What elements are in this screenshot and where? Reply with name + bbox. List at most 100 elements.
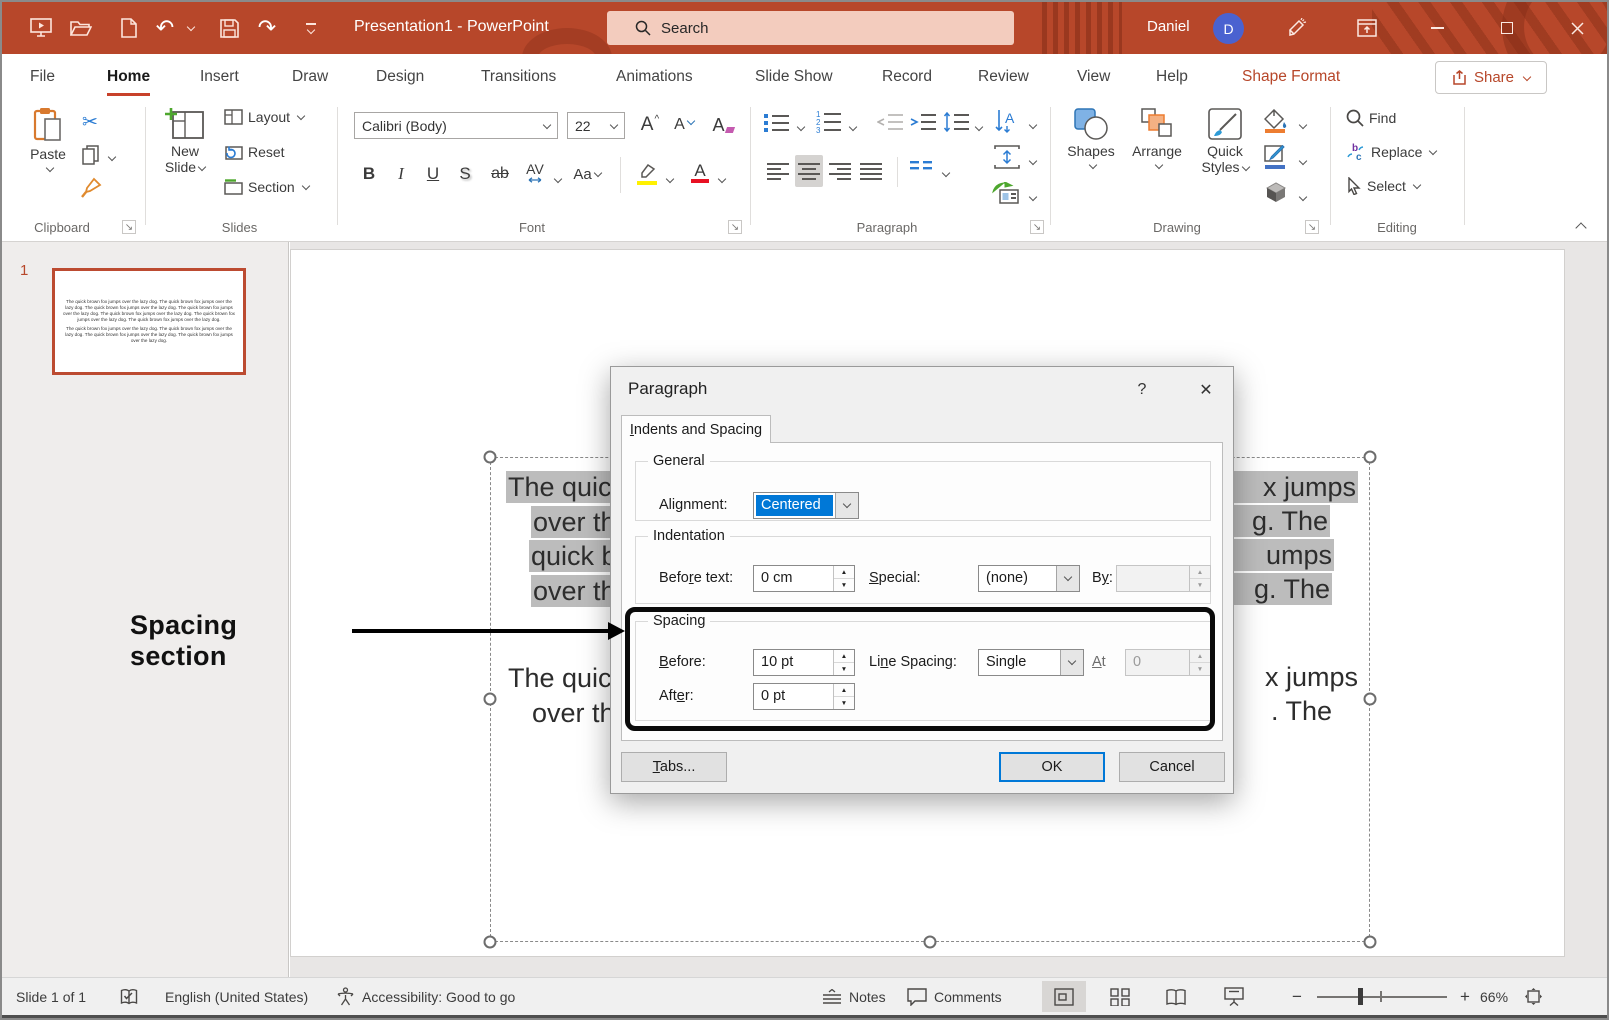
font-size-combo[interactable]: 22 <box>567 112 625 139</box>
text-direction-dropdown-icon[interactable] <box>1027 117 1036 133</box>
quick-styles-button[interactable]: Quick Styles <box>1194 107 1256 175</box>
shape-fill-button[interactable] <box>1264 109 1288 133</box>
line-spacing-select[interactable]: Single <box>978 649 1084 676</box>
line-spacing-dropdown-icon[interactable] <box>973 119 982 135</box>
bullets-dropdown-icon[interactable] <box>795 119 804 135</box>
text-highlight-dropdown-icon[interactable] <box>664 171 673 187</box>
tab-review[interactable]: Review <box>976 54 1031 99</box>
zoom-out-button[interactable]: − <box>1292 978 1302 1015</box>
line-spacing-dropdown-icon[interactable] <box>1060 650 1083 675</box>
character-spacing-dropdown-icon[interactable] <box>552 171 561 187</box>
resize-handle-middle-right[interactable] <box>1364 693 1377 706</box>
tab-record[interactable]: Record <box>880 54 934 99</box>
maximize-button[interactable] <box>1484 2 1530 54</box>
alignment-select[interactable]: Centered <box>753 492 859 519</box>
special-dropdown-icon[interactable] <box>1056 566 1079 591</box>
copy-icon[interactable] <box>82 145 100 165</box>
undo-dropdown-icon[interactable] <box>182 12 196 44</box>
alignment-dropdown-icon[interactable] <box>835 493 858 518</box>
spacing-after-down-icon[interactable]: ▼ <box>834 697 854 709</box>
dialog-close-button[interactable]: ✕ <box>1191 377 1221 403</box>
align-text-button[interactable] <box>994 145 1020 169</box>
resize-handle-top-left[interactable] <box>484 451 497 464</box>
resize-handle-bottom-left[interactable] <box>484 936 497 949</box>
find-button[interactable]: Find <box>1346 109 1396 127</box>
smartart-dropdown-icon[interactable] <box>1027 189 1036 205</box>
zoom-slider-track[interactable] <box>1317 996 1447 998</box>
section-button[interactable]: Section <box>224 179 309 195</box>
share-button[interactable]: Share <box>1435 61 1547 94</box>
tab-help[interactable]: Help <box>1154 54 1190 99</box>
align-center-button[interactable] <box>795 155 823 187</box>
slide-sorter-view-button[interactable] <box>1098 981 1142 1012</box>
line-spacing-button[interactable] <box>943 112 969 132</box>
dialog-help-button[interactable]: ? <box>1127 377 1157 403</box>
spell-check-icon[interactable] <box>120 978 138 1015</box>
tabs-button[interactable]: Tabs... <box>621 752 727 782</box>
slide-text-left[interactable]: The quick over th quick b over th The qu… <box>492 470 610 760</box>
slide-thumbnail[interactable]: The quick brown fox jumps over the lazy … <box>52 268 246 375</box>
bold-button[interactable]: B <box>357 159 381 189</box>
text-direction-button[interactable]: A <box>994 109 1020 133</box>
copy-dropdown-icon[interactable] <box>106 149 115 165</box>
convert-to-smartart-button[interactable] <box>992 182 1020 204</box>
tab-view[interactable]: View <box>1075 54 1112 99</box>
spacing-after-spinner[interactable]: 0 pt ▲ ▼ <box>753 683 855 710</box>
font-name-combo[interactable]: Calibri (Body) <box>354 112 558 139</box>
resize-handle-bottom-center[interactable] <box>924 936 937 949</box>
customize-quick-access-icon[interactable] <box>300 12 322 44</box>
user-name[interactable]: Daniel <box>1147 18 1190 35</box>
tab-file[interactable]: File <box>28 54 57 99</box>
accessibility-icon[interactable] <box>336 978 355 1015</box>
search-input[interactable]: Search <box>607 11 1014 45</box>
decrease-indent-button[interactable] <box>877 112 903 132</box>
select-button[interactable]: Select <box>1346 177 1420 195</box>
tab-design[interactable]: Design <box>374 54 426 99</box>
numbering-dropdown-icon[interactable] <box>847 119 856 135</box>
arrange-button[interactable]: Arrange <box>1126 107 1188 170</box>
save-icon[interactable] <box>214 12 244 44</box>
slideshow-view-button[interactable] <box>1212 981 1256 1012</box>
before-text-spinner[interactable]: 0 cm ▲ ▼ <box>753 565 855 592</box>
new-slide-button[interactable]: New Slide <box>154 107 216 175</box>
cut-icon[interactable]: ✂ <box>82 111 98 134</box>
shrink-font-button[interactable]: A <box>668 110 700 140</box>
minimize-button[interactable] <box>1414 2 1460 54</box>
drawing-dialog-launcher[interactable]: ↘ <box>1305 220 1319 234</box>
fit-slide-to-window-icon[interactable] <box>1524 978 1543 1015</box>
tab-transitions[interactable]: Transitions <box>479 54 558 99</box>
align-left-button[interactable] <box>764 155 792 187</box>
before-text-down-icon[interactable]: ▼ <box>834 579 854 591</box>
strikethrough-button[interactable]: ab <box>486 159 514 189</box>
avatar[interactable]: D <box>1213 13 1244 44</box>
text-highlight-button[interactable] <box>632 157 662 187</box>
clipboard-dialog-launcher[interactable]: ↘ <box>122 220 136 234</box>
spacing-before-down-icon[interactable]: ▼ <box>834 663 854 675</box>
zoom-slider-thumb[interactable] <box>1358 988 1363 1005</box>
shape-fill-dropdown-icon[interactable] <box>1297 117 1306 133</box>
ok-button[interactable]: OK <box>999 752 1105 782</box>
reading-view-button[interactable] <box>1154 981 1198 1012</box>
slide-text-right[interactable]: x jumps g. The umps g. The x jumps . The <box>1234 470 1360 760</box>
start-slideshow-icon[interactable] <box>26 12 56 44</box>
tab-insert[interactable]: Insert <box>198 54 241 99</box>
new-file-icon[interactable] <box>114 12 144 44</box>
slide-indicator[interactable]: Slide 1 of 1 <box>16 978 86 1015</box>
spacing-before-up-icon[interactable]: ▲ <box>834 650 854 663</box>
change-case-button[interactable]: Aa <box>572 159 602 189</box>
character-spacing-button[interactable]: AV <box>520 157 550 187</box>
paragraph-dialog-launcher[interactable]: ↘ <box>1030 220 1044 234</box>
close-button[interactable] <box>1554 2 1600 54</box>
special-select[interactable]: (none) <box>978 565 1080 592</box>
before-text-up-icon[interactable]: ▲ <box>834 566 854 579</box>
accessibility-status[interactable]: Accessibility: Good to go <box>362 978 515 1015</box>
zoom-level[interactable]: 66% <box>1480 978 1508 1015</box>
font-dialog-launcher[interactable]: ↘ <box>728 220 742 234</box>
increase-indent-button[interactable] <box>910 112 936 132</box>
shape-effects-button[interactable] <box>1264 181 1288 203</box>
collapse-ribbon-icon[interactable] <box>1574 221 1585 237</box>
font-color-button[interactable]: A <box>686 157 714 187</box>
tab-animations[interactable]: Animations <box>614 54 695 99</box>
replace-button[interactable]: bc Replace <box>1346 143 1436 161</box>
grow-font-button[interactable]: A^ <box>634 110 666 140</box>
